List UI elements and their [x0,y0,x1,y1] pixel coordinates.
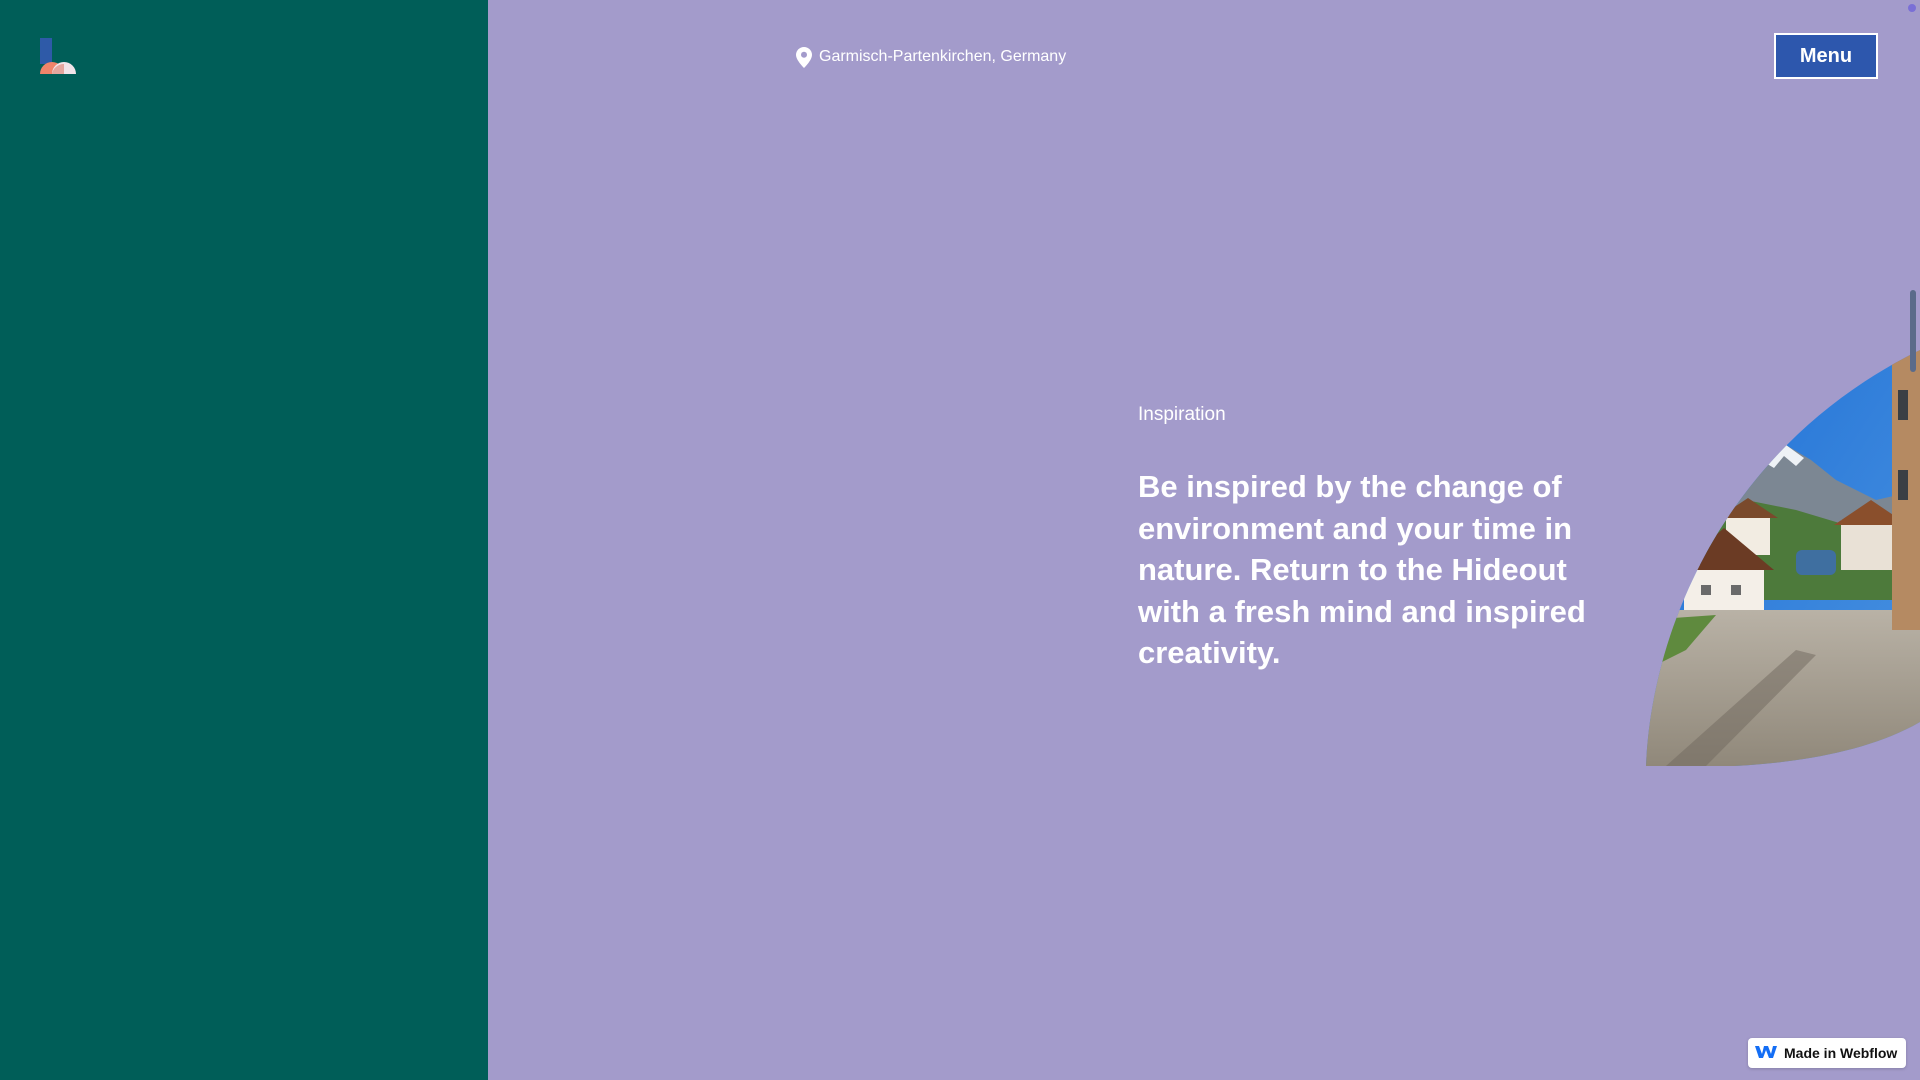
menu-button[interactable]: Menu [1774,33,1878,79]
map-pin-icon [796,46,812,68]
hideout-logo-icon[interactable] [38,38,76,76]
made-in-webflow-badge[interactable]: Made in Webflow [1748,1038,1906,1068]
webflow-logo-icon [1754,1044,1778,1063]
left-panel [0,0,488,1080]
webflow-badge-label: Made in Webflow [1784,1045,1898,1061]
location-label: Garmisch-Partenkirchen, Germany [796,46,1066,68]
scrollbar-thumb[interactable] [1910,290,1916,372]
section-eyebrow: Inspiration [1138,404,1226,425]
location-text: Garmisch-Partenkirchen, Germany [819,48,1067,65]
section-headline: Be inspired by the change of environment… [1138,469,1586,670]
page: Garmisch-Partenkirchen, Germany Menu Ins… [0,0,1920,1080]
corner-dot [1908,4,1916,12]
village-mountain-photo [1646,350,1920,768]
